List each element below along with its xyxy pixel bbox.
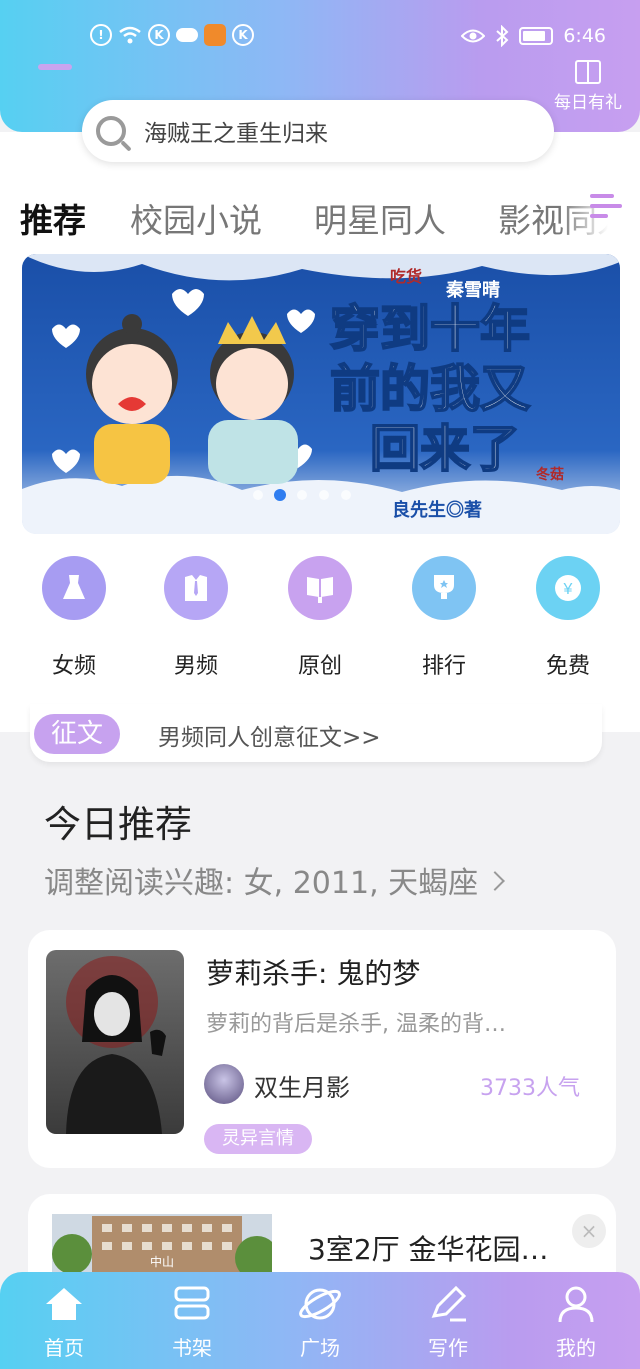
status-right-icons: 6:46	[461, 25, 606, 47]
ad-title: 3室2厅 金华花园…	[308, 1233, 549, 1266]
pen-icon	[426, 1284, 470, 1324]
section-title: 今日推荐	[44, 803, 192, 846]
nav-bookshelf-label: 书架	[172, 1336, 212, 1360]
book-cover	[46, 950, 184, 1134]
menu-icon[interactable]	[590, 194, 622, 222]
nav-write-label: 写作	[428, 1336, 468, 1360]
alert-icon: !	[90, 24, 112, 46]
banner-carousel[interactable]: 吃货 秦雪晴 穿到十年 前的我又 回来了 冬菇 良先生◎著	[22, 254, 620, 534]
nav-profile[interactable]: 我的	[526, 1284, 626, 1361]
book-genre-tag: 灵异言情	[204, 1124, 312, 1154]
shortcut-original[interactable]: 原创	[270, 556, 370, 680]
search-input[interactable]: 海贼王之重生归来	[144, 114, 328, 148]
shortcut-ranking[interactable]: 排行	[394, 556, 494, 680]
bluetooth-icon	[496, 25, 509, 47]
tab-recommend[interactable]: 推荐	[20, 194, 86, 242]
chevron-right-icon	[485, 870, 506, 891]
shortcut-male[interactable]: 男频	[146, 556, 246, 680]
nav-square[interactable]: 广场	[270, 1284, 370, 1361]
status-time: 6:46	[563, 25, 606, 47]
cloud-icon	[176, 28, 198, 42]
k-icon: K	[232, 24, 254, 46]
book-card[interactable]: 萝莉杀手: 鬼的梦 萝莉的背后是杀手, 温柔的背… 双生月影 3733人气 灵异…	[28, 930, 616, 1168]
book-description: 萝莉的背后是杀手, 温柔的背…	[206, 1012, 506, 1037]
svg-text:¥: ¥	[563, 581, 573, 598]
tab-star-fanfic[interactable]: 明星同人	[314, 194, 446, 242]
tab-indicator	[38, 64, 72, 70]
k-icon: K	[148, 24, 170, 46]
shortcut-original-label: 原创	[297, 654, 342, 679]
shortcut-ranking-label: 排行	[421, 654, 466, 679]
battery-icon	[519, 27, 554, 45]
eye-icon	[461, 29, 486, 43]
banner-title-2: 前的我又	[330, 361, 530, 417]
nav-square-label: 广场	[300, 1336, 340, 1360]
shortcut-free[interactable]: ¥ 免费	[518, 556, 618, 680]
shortcut-free-label: 免费	[545, 654, 590, 679]
interest-settings-link[interactable]: 调整阅读兴趣: 女, 2011, 天蝎座	[44, 858, 506, 902]
category-tabs: 推荐 校园小说 明星同人 影视同人	[0, 186, 640, 256]
wifi-icon	[119, 26, 141, 44]
daily-gift-label: 每日有礼	[554, 93, 622, 113]
book-title: 萝莉杀手: 鬼的梦	[206, 957, 421, 990]
banner-tag-right: 冬菇	[536, 466, 564, 482]
book-popularity: 3733人气	[480, 1076, 580, 1101]
tab-campus[interactable]: 校园小说	[130, 194, 262, 242]
nav-profile-label: 我的	[556, 1336, 596, 1360]
contest-badge: 征文	[34, 714, 120, 754]
gift-icon	[575, 60, 601, 84]
bookshelf-icon	[170, 1284, 214, 1324]
user-icon	[554, 1284, 598, 1324]
nav-home-label: 首页	[44, 1336, 84, 1360]
planet-icon	[298, 1284, 342, 1324]
book-icon	[288, 556, 352, 620]
bottom-navigation: 首页 书架 广场 写作 我的	[0, 1272, 640, 1369]
shortcut-male-label: 男频	[173, 654, 218, 679]
banner-title-3: 回来了	[370, 421, 520, 477]
trophy-icon	[412, 556, 476, 620]
search-bar[interactable]: 海贼王之重生归来	[82, 100, 554, 162]
home-icon	[42, 1284, 86, 1324]
contest-link[interactable]: 男频同人创意征文>>	[158, 718, 381, 752]
app-icon	[204, 24, 226, 46]
banner-title-1: 穿到十年	[330, 301, 530, 357]
close-icon[interactable]: ×	[572, 1214, 606, 1248]
search-icon	[96, 116, 126, 146]
author-avatar	[204, 1064, 244, 1104]
banner-author-top: 秦雪晴	[445, 279, 500, 300]
shortcut-female[interactable]: 女频	[24, 556, 124, 680]
nav-home[interactable]: 首页	[14, 1284, 114, 1361]
banner-illustration: 吃货 秦雪晴 穿到十年 前的我又 回来了 冬菇 良先生◎著	[22, 254, 620, 534]
book-author: 双生月影	[254, 1074, 350, 1102]
nav-bookshelf[interactable]: 书架	[142, 1284, 242, 1361]
status-bar: ! K K 6:46	[0, 0, 640, 74]
shirt-icon	[164, 556, 228, 620]
status-left-icons: ! K K	[90, 24, 254, 46]
banner-credit: 良先生◎著	[392, 499, 482, 520]
contest-notice[interactable]: 征文 男频同人创意征文>>	[30, 704, 602, 762]
daily-gift-button[interactable]: 每日有礼	[554, 60, 622, 113]
coin-icon: ¥	[536, 556, 600, 620]
ad-image-caption: 中山	[150, 1254, 174, 1269]
interest-settings-text: 调整阅读兴趣: 女, 2011, 天蝎座	[44, 866, 479, 901]
banner-tag-left: 吃货	[390, 267, 422, 286]
nav-write[interactable]: 写作	[398, 1284, 498, 1361]
shortcut-female-label: 女频	[51, 654, 96, 679]
category-shortcuts: 女频 男频 原创 排行 ¥ 免费	[0, 556, 640, 686]
dress-icon	[42, 556, 106, 620]
